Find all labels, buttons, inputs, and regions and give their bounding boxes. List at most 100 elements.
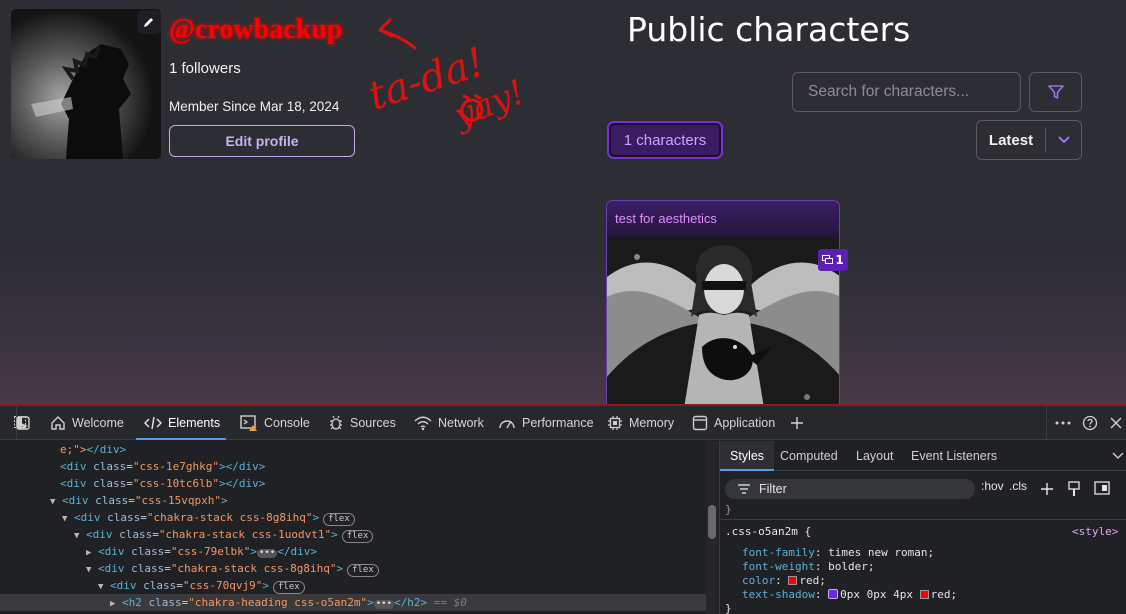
arrow-scribble [378, 18, 417, 50]
tab-welcome-label: Welcome [72, 416, 124, 430]
tab-memory-label: Memory [629, 416, 675, 430]
chat-count-badge: 1 [818, 249, 848, 271]
home-icon [51, 416, 65, 430]
collapsed-dots[interactable]: ••• [373, 600, 394, 609]
styles-more-button[interactable] [1112, 441, 1124, 471]
chevron-down-icon [1046, 135, 1081, 145]
tab-memory[interactable]: Memory [607, 406, 674, 440]
sort-select[interactable]: Latest [976, 120, 1082, 160]
dom-tree[interactable]: e;"></div> <div class="css-1e7ghkg"></di… [0, 441, 706, 614]
dom-line[interactable]: ▼ <div class="chakra-stack css-8g8ihq"> fl… [62, 509, 355, 526]
dom-line[interactable]: ▼ <div class="css-70qvj9"> flex [98, 577, 305, 594]
pencil-icon [144, 18, 153, 27]
add-tab-button[interactable] [790, 406, 804, 440]
tab-console-label: Console [264, 416, 310, 430]
dom-line[interactable]: ▼ <div class="css-15vqpxh"> [50, 492, 228, 509]
css-declaration[interactable]: font-weight: bolder; [742, 560, 874, 573]
tab-performance[interactable]: Performance [498, 406, 594, 440]
rule-divider [720, 519, 1126, 520]
help-button[interactable] [1082, 406, 1098, 440]
help-icon [1082, 415, 1098, 431]
tab-sources[interactable]: Sources [328, 406, 396, 440]
collapsed-dots[interactable]: ••• [256, 549, 278, 558]
dom-scrollbar-thumb[interactable] [708, 505, 716, 539]
tab-application-label: Application [714, 416, 776, 430]
code-icon [144, 416, 162, 430]
dom-line[interactable]: <div class="css-10tc6lb"></div> [60, 475, 265, 492]
tab-welcome[interactable]: Welcome [50, 406, 124, 440]
filter-button[interactable] [1029, 72, 1082, 112]
sidebar-icon [1094, 481, 1110, 495]
dom-line[interactable]: ▶ <div class="css-79elbk"> ••• </div> [86, 543, 317, 560]
expand-triangle-icon[interactable]: ▶ [110, 596, 122, 613]
filter-icon [1047, 85, 1064, 99]
dom-line[interactable]: e;"></div> [60, 441, 126, 458]
previous-rule-close: } [725, 503, 732, 516]
css-selector[interactable]: .css-o5an2m { [725, 525, 811, 538]
tab-styles[interactable]: Styles [720, 441, 775, 471]
filter-lines-icon [738, 484, 750, 494]
device-toolbar-button[interactable] [16, 406, 30, 440]
dom-line[interactable]: ▼ <div class="chakra-stack css-8g8ihq"> fl… [86, 560, 379, 577]
chip-icon [608, 416, 622, 430]
style-source-link[interactable]: <style> [1072, 525, 1118, 538]
css-declaration[interactable]: font-family: times new roman; [742, 546, 934, 559]
more-icon [1055, 421, 1071, 425]
flex-badge[interactable]: flex [323, 513, 355, 526]
tab-application[interactable]: Application [692, 406, 775, 440]
css-declaration[interactable]: color: red; [742, 574, 826, 587]
followers-count[interactable]: 1 followers [169, 60, 241, 77]
handwritten-annotation: ta-da! yay! [363, 18, 530, 137]
new-rule-button[interactable] [1040, 481, 1056, 500]
tab-sources-label: Sources [350, 416, 396, 430]
devtools-panel: Welcome Elements Console Sources Network… [0, 404, 1126, 614]
element-state-button[interactable] [1068, 481, 1080, 500]
bug-icon [330, 415, 342, 430]
filter-placeholder: Filter [759, 482, 787, 496]
tab-performance-label: Performance [522, 416, 594, 430]
color-swatch[interactable] [919, 590, 929, 599]
expand-triangle-icon[interactable]: ▼ [50, 494, 62, 511]
plus-icon [791, 417, 803, 429]
wifi-icon [414, 416, 432, 431]
flex-badge[interactable]: flex [347, 564, 379, 577]
search-input[interactable] [792, 72, 1021, 112]
tab-network[interactable]: Network [414, 406, 484, 440]
tab-layout[interactable]: Layout [856, 441, 894, 471]
css-declaration[interactable]: text-shadow: 0px 0px 4px red; [742, 588, 957, 601]
gauge-icon [499, 420, 515, 429]
expand-triangle-icon[interactable]: ▼ [74, 528, 86, 545]
chevron-down-icon [1112, 452, 1124, 459]
dom-line[interactable]: ▼ <div class="chakra-stack css-1uodvt1"> f… [74, 526, 374, 545]
styles-filter-input[interactable]: Filter [725, 479, 975, 499]
dom-line[interactable]: <div class="css-1e7ghkg"></div> [60, 458, 265, 475]
more-options-button[interactable] [1055, 406, 1071, 440]
characters-count-tab[interactable]: 1 characters [607, 121, 723, 159]
tab-event-listeners[interactable]: Event Listeners [911, 441, 997, 471]
expand-triangle-icon[interactable]: ▼ [86, 562, 98, 579]
character-card[interactable]: test for aesthetics [606, 200, 840, 404]
expand-triangle-icon[interactable]: ▼ [62, 511, 74, 528]
page-title: Public characters [627, 10, 911, 49]
edit-avatar-button[interactable] [137, 10, 161, 34]
device-icon [16, 416, 30, 430]
tab-console[interactable]: Console [240, 406, 310, 440]
edit-profile-button[interactable]: Edit profile [169, 125, 355, 157]
flex-badge[interactable]: flex [341, 530, 374, 543]
flex-badge[interactable]: flex [272, 581, 305, 594]
close-devtools-button[interactable] [1109, 406, 1123, 440]
hov-toggle[interactable]: :hov [981, 479, 1004, 493]
color-swatch[interactable] [788, 576, 798, 585]
tab-elements-label: Elements [168, 416, 221, 430]
close-icon [1110, 417, 1122, 429]
dom-line-selected[interactable]: ▶ <h2 class="chakra-heading css-o5an2m"> •… [0, 594, 706, 611]
tab-elements[interactable]: Elements [135, 406, 227, 440]
tab-network-label: Network [438, 416, 484, 430]
tab-computed[interactable]: Computed [780, 441, 838, 471]
member-since: Member Since Mar 18, 2024 [169, 99, 340, 114]
username-heading: @crowbackup [169, 14, 343, 45]
toggle-sidebar-button[interactable] [1094, 481, 1110, 498]
shadow-editor-icon[interactable] [828, 589, 839, 599]
tab-divider-right [1046, 406, 1047, 440]
cls-toggle[interactable]: .cls [1009, 479, 1027, 493]
